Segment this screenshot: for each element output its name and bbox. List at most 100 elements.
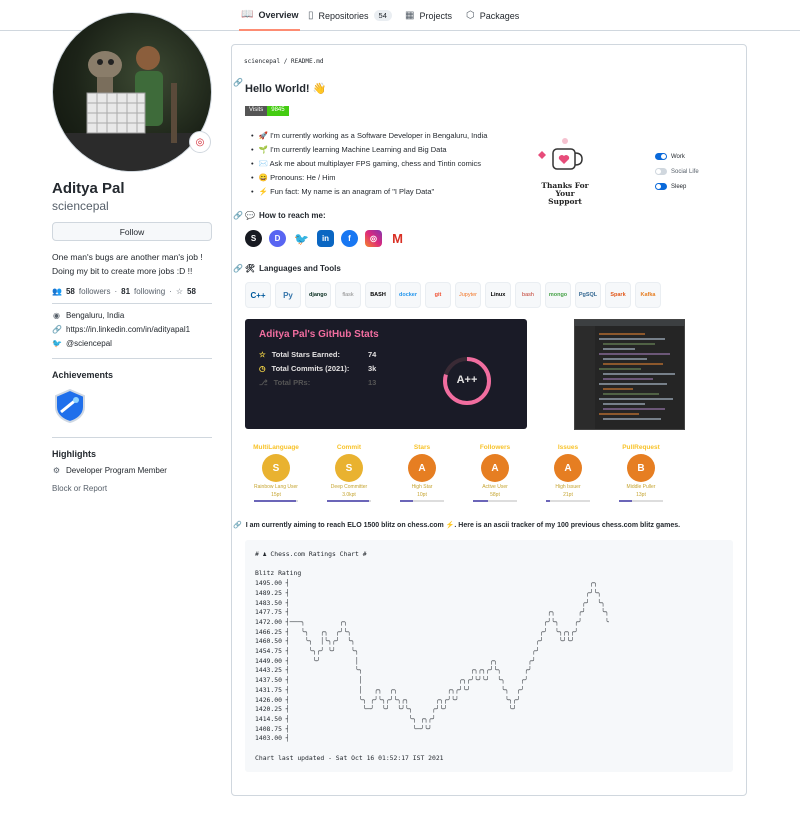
steam-icon[interactable]: S: [245, 230, 262, 247]
stat-label: Total Commits (2021):: [271, 364, 350, 373]
bash-icon[interactable]: BASH: [365, 282, 391, 308]
heart-mug-icon: [538, 138, 583, 170]
section-title: How to reach me:: [258, 211, 326, 220]
trophy-progress-bar: [254, 500, 298, 502]
stat-value: 3k: [368, 364, 377, 373]
clock-icon: ◷: [259, 364, 266, 373]
followers-label[interactable]: followers: [79, 287, 111, 296]
status-emoji-badge[interactable]: ◎: [189, 131, 211, 153]
path-user[interactable]: sciencepal: [244, 58, 280, 65]
trophy-progress-fill: [619, 500, 633, 502]
jupyter-icon[interactable]: Jupyter: [455, 282, 481, 308]
path-file[interactable]: README.md: [291, 58, 324, 65]
package-icon: ⬡: [466, 10, 475, 21]
list-item: 🌱 I'm currently learning Machine Learnin…: [251, 143, 487, 157]
spark-icon[interactable]: Spark: [605, 282, 631, 308]
star-icon: ☆: [259, 350, 266, 359]
tab-projects[interactable]: ▦ Projects: [405, 0, 452, 31]
trophy-title: Followers: [479, 444, 511, 451]
section-title: Languages and Tools: [259, 264, 341, 273]
followers-count[interactable]: 58: [66, 287, 75, 296]
trophy-subtitle: Active User: [482, 484, 508, 490]
chess-intro: 🔗 I am currently aiming to reach ELO 150…: [233, 521, 680, 529]
website-link[interactable]: https://in.linkedin.com/in/adityapal1: [66, 325, 190, 334]
facebook-icon[interactable]: f: [341, 230, 358, 247]
cpp-icon[interactable]: C++: [245, 282, 271, 308]
block-report-link[interactable]: Block or Report: [52, 484, 107, 493]
list-item: 🚀 I'm currently working as a Software De…: [251, 129, 488, 143]
anchor-link-icon[interactable]: 🔗: [233, 521, 242, 529]
tab-label: Packages: [479, 10, 520, 21]
twitter-icon[interactable]: 🐦: [293, 230, 310, 247]
visits-label: Visits: [245, 106, 268, 116]
trophy-cup-icon: S: [262, 454, 290, 482]
target-icon: ◎: [195, 136, 205, 148]
trophy-subtitle: High Star: [411, 484, 433, 490]
trophy-title: MultiLanguage: [253, 444, 299, 451]
django-icon[interactable]: django: [305, 282, 331, 308]
kafka-icon[interactable]: Kafka: [635, 282, 661, 308]
tab-overview[interactable]: 📖 Overview: [239, 0, 301, 31]
postgresql-icon[interactable]: PgSQL: [575, 282, 601, 308]
follow-button[interactable]: Follow: [52, 222, 212, 241]
python-icon[interactable]: Py: [275, 282, 301, 308]
anchor-link-icon[interactable]: 🔗: [233, 78, 243, 87]
separator-dot: ·: [169, 287, 172, 296]
discord-icon[interactable]: D: [269, 230, 286, 247]
highlight-text[interactable]: Developer Program Member: [66, 466, 167, 475]
gmail-icon[interactable]: M: [389, 230, 406, 247]
cpu-icon: ⚙: [52, 466, 61, 475]
languages-heading: 🛠 Languages and Tools: [245, 264, 341, 273]
avatar[interactable]: [52, 12, 212, 172]
achievement-badge-icon[interactable]: [55, 388, 85, 428]
legend-sleep: Sleep: [655, 183, 686, 190]
docker-icon[interactable]: docker: [395, 282, 421, 308]
highlights-heading: Highlights: [52, 449, 96, 459]
flask-icon[interactable]: flask: [335, 282, 361, 308]
anchor-link-icon[interactable]: 🔗: [233, 211, 243, 220]
trophy-issues: Issues A High Issuer 21pt: [537, 444, 599, 504]
legend-label: Work: [671, 153, 685, 160]
legend-social: Social Life: [655, 168, 699, 175]
github-stats-card: Aditya Pal's GitHub Stats ☆ Total Stars E…: [245, 319, 527, 429]
anchor-link-icon[interactable]: 🔗: [233, 264, 243, 273]
website: 🔗 https://in.linkedin.com/in/adityapal1: [52, 325, 190, 334]
bio-line: One man's bugs are another man's job !: [52, 252, 203, 262]
bio-line: Doing my bit to create more jobs :D !!: [52, 266, 193, 276]
grade-label: A++: [456, 374, 478, 386]
trophy-progress-fill: [400, 500, 414, 502]
people-icon: 👥: [52, 287, 62, 296]
linkedin-icon[interactable]: in: [317, 230, 334, 247]
tab-packages[interactable]: ⬡ Packages: [466, 0, 519, 31]
trophy-subtitle: Deep Committer: [330, 484, 368, 490]
star-icon: ☆: [175, 287, 184, 296]
trophy-points: 10pt: [417, 492, 427, 498]
git-icon[interactable]: git: [425, 282, 451, 308]
trophy-followers: Followers A Active User 58pt: [464, 444, 526, 504]
instagram-icon[interactable]: ◎: [365, 230, 382, 247]
stat-label: Total PRs:: [273, 378, 311, 387]
stat-row: ☆ Total Stars Earned:: [259, 350, 340, 359]
tools-list: C++ Py django flask BASH docker git Jupy…: [245, 282, 661, 308]
tab-repositories[interactable]: ▯ Repositories 54: [308, 0, 392, 31]
trophy-points: 58pt: [490, 492, 500, 498]
trophy-progress-fill: [473, 500, 489, 502]
trophy-subtitle: Rainbow Lang User: [254, 484, 298, 490]
about-list: 🚀 I'm currently working as a Software De…: [251, 129, 488, 199]
trophy-cup-icon: S: [335, 454, 363, 482]
mongodb-icon[interactable]: mongo: [545, 282, 571, 308]
visits-count: 9845: [267, 106, 289, 116]
linux-icon[interactable]: Linux: [485, 282, 511, 308]
following-label[interactable]: following: [134, 287, 165, 296]
tab-label: Repositories: [318, 10, 369, 21]
stars-count[interactable]: 58: [187, 287, 196, 296]
location: ◉ Bengaluru, India: [52, 311, 124, 320]
bash-alt-icon[interactable]: bash: [515, 282, 541, 308]
divider: [52, 303, 212, 304]
following-count[interactable]: 81: [121, 287, 130, 296]
list-item: 😄 Pronouns: He / Him: [251, 171, 487, 185]
twitter-link[interactable]: @sciencepal: [66, 339, 112, 348]
list-item: ⚡ Fun fact: My name is an anagram of "I …: [251, 185, 487, 199]
location-text: Bengaluru, India: [66, 311, 125, 320]
achievements-heading[interactable]: Achievements: [52, 370, 113, 380]
